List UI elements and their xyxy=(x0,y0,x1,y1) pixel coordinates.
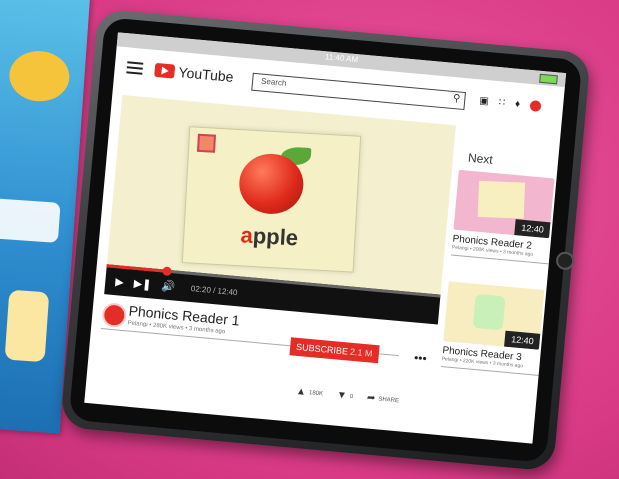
battery-icon xyxy=(539,73,558,85)
recommended-video[interactable]: 12:40 Phonics Reader 2 Pelangi • 200K vi… xyxy=(451,169,556,265)
subscriber-count: 2.1 M xyxy=(349,346,373,359)
video-duration: 12:40 xyxy=(514,219,551,239)
video-camera-icon[interactable]: ▣ xyxy=(479,95,489,107)
thumbnail-word: apple xyxy=(239,222,299,251)
pelangi-badge-icon xyxy=(197,133,216,153)
poster-graphic xyxy=(7,49,72,104)
video-duration: 12:40 xyxy=(504,330,541,350)
video-player[interactable]: apple ▶ ▶❚ 🔊 02:20 / 12:40 xyxy=(104,94,456,325)
thumbs-down-icon: ▼ xyxy=(336,389,348,402)
share-button[interactable]: ➦ SHARE xyxy=(367,392,400,406)
progress-fill xyxy=(106,264,167,273)
search-icon[interactable]: ⚲ xyxy=(453,93,461,105)
youtube-logo-icon[interactable] xyxy=(154,62,176,79)
video-thumbnail-card: apple xyxy=(181,126,362,273)
search-placeholder: Search xyxy=(260,76,287,88)
progress-scrubber[interactable] xyxy=(162,266,173,277)
like-button[interactable]: ▲ 180K xyxy=(296,386,324,399)
header-icons: ▣ ∷ ♦ xyxy=(479,95,542,112)
recommended-video[interactable]: 12:40 Phonics Reader 3 Pelangi • 220K vi… xyxy=(440,281,546,376)
recommended-thumbnail[interactable]: 12:40 xyxy=(443,281,545,350)
poster-graphic xyxy=(4,289,50,363)
share-icon: ➦ xyxy=(366,392,376,405)
home-button[interactable] xyxy=(555,251,575,271)
subscribe-button[interactable]: SUBSCRIBE2.1 M xyxy=(289,337,380,364)
next-icon[interactable]: ▶❚ xyxy=(133,277,152,292)
channel-avatar-icon[interactable] xyxy=(529,100,542,112)
youtube-logo-text[interactable]: YouTube xyxy=(178,64,234,85)
thumbnail-graphic xyxy=(477,180,526,219)
hamburger-menu-icon[interactable] xyxy=(126,61,144,75)
video-actions: ▲ 180K ▼ 0 ➦ SHARE xyxy=(296,386,400,406)
thumbs-up-icon: ▲ xyxy=(295,385,307,398)
thumbnail-graphic xyxy=(472,293,506,331)
search-input[interactable]: Search ⚲ xyxy=(251,72,466,111)
poster-graphic xyxy=(0,198,61,243)
bell-icon[interactable]: ♦ xyxy=(515,98,521,109)
tablet-device: 11:40 AM YouTube Search ⚲ ▣ ∷ ♦ apple ▶ … xyxy=(59,8,592,472)
tablet-screen: 11:40 AM YouTube Search ⚲ ▣ ∷ ♦ apple ▶ … xyxy=(84,32,567,444)
channel-avatar[interactable] xyxy=(101,302,128,329)
volume-icon[interactable]: 🔊 xyxy=(161,279,176,293)
more-options-icon[interactable]: ••• xyxy=(413,351,427,366)
time-display: 02:20 / 12:40 xyxy=(190,284,238,298)
play-icon[interactable]: ▶ xyxy=(115,275,125,289)
apps-grid-icon[interactable]: ∷ xyxy=(498,97,505,109)
dislike-button[interactable]: ▼ 0 xyxy=(336,390,353,402)
recommended-thumbnail[interactable]: 12:40 xyxy=(453,169,555,239)
next-heading: Next xyxy=(467,150,494,167)
